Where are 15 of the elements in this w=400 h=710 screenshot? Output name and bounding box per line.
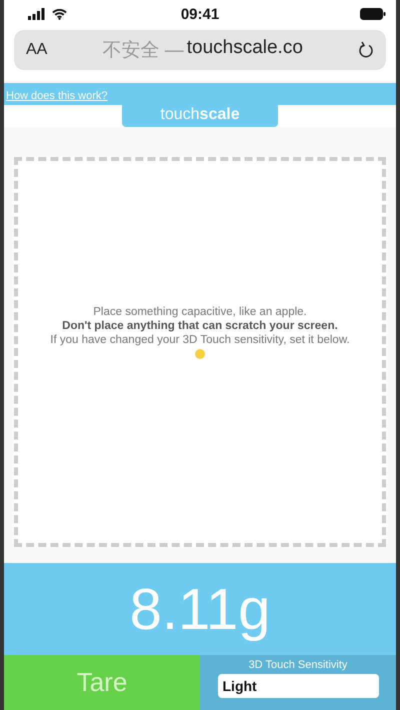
address-bar[interactable]: AA 不安全 —touchscale.co	[14, 30, 386, 70]
warning-text: Don't place anything that can scratch your screen.	[62, 319, 338, 333]
url-host: touchscale.co	[186, 37, 303, 60]
reload-icon[interactable]	[358, 40, 374, 60]
weight-reading: 8.11g	[130, 576, 270, 642]
status-time: 09:41	[180, 6, 220, 22]
security-label: 不安全 —	[102, 39, 184, 63]
sensitivity-select[interactable]: Light	[218, 674, 378, 698]
battery-icon	[360, 8, 386, 20]
instruction-text: If you have changed your 3D Touch sensitivity, set it below.	[50, 333, 350, 347]
sensitivity-label: 3D Touch Sensitivity	[248, 659, 348, 671]
wifi-icon	[52, 8, 67, 20]
instruction-text: Place something capacitive, like an apple.	[93, 305, 307, 319]
touch-dot	[194, 349, 205, 359]
text-size-button[interactable]: AA	[26, 41, 48, 59]
